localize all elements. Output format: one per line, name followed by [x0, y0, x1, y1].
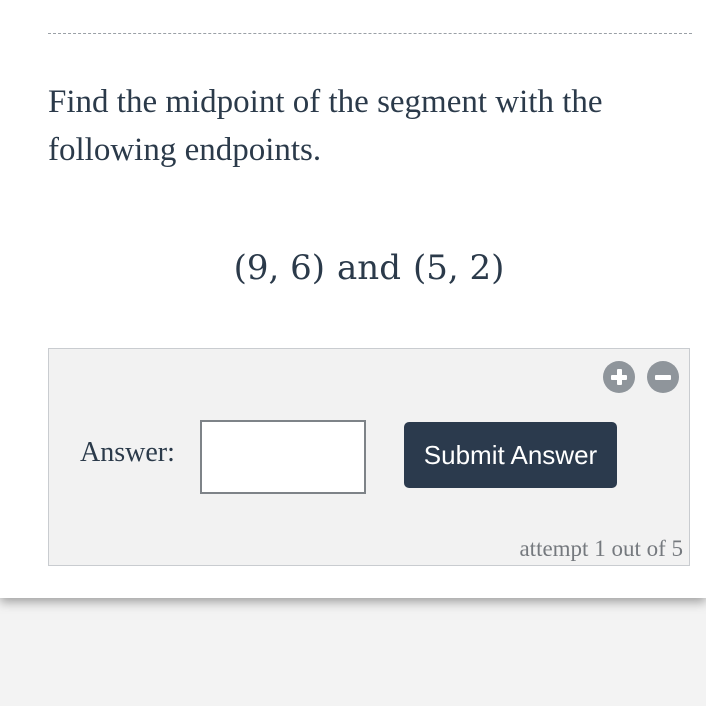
plus-circle-icon[interactable] — [603, 361, 635, 393]
submit-answer-button[interactable]: Submit Answer — [404, 422, 617, 488]
problem-card: Find the midpoint of the segment with th… — [0, 0, 706, 598]
endpoints-expression: (9, 6) and (5, 2) — [0, 248, 706, 288]
endpoint-a: (9, 6) — [233, 248, 326, 288]
dashed-divider — [48, 33, 692, 34]
answer-input[interactable] — [200, 420, 366, 494]
endpoints-connector: and — [337, 248, 401, 288]
answer-panel: Answer: Submit Answer attempt 1 out of 5 — [48, 348, 690, 566]
question-text: Find the midpoint of the segment with th… — [48, 84, 603, 168]
plus-icon-vertical — [616, 369, 622, 385]
answer-label: Answer: — [80, 437, 175, 468]
attempt-counter: attempt 1 out of 5 — [519, 536, 683, 561]
minus-icon-bar — [655, 374, 671, 380]
minus-circle-icon[interactable] — [647, 361, 679, 393]
endpoint-b: (5, 2) — [412, 248, 505, 288]
